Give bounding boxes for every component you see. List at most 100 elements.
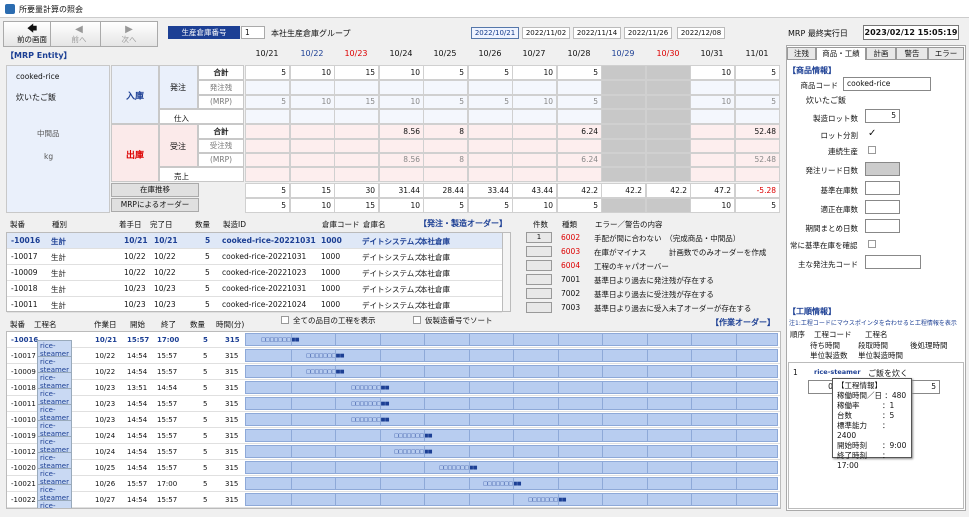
gantt-divider <box>290 350 292 361</box>
lead-field <box>865 162 900 176</box>
process-cell: -10016 <box>11 336 39 344</box>
order-row[interactable]: -10011 生計 10/23 10/23 5 cooked-rice-20221024 1… <box>7 297 502 313</box>
process-row[interactable]: -10017 rice-steamer 10/22 14:54 15:57 5 315 □□□… <box>7 348 780 376</box>
process-row[interactable]: -10010 rice-steamer 10/23 14:54 15:57 5 315 □□□… <box>7 412 780 440</box>
error-count-button[interactable]: 1 <box>526 232 552 243</box>
gantt-divider <box>646 446 648 457</box>
gantt-divider <box>468 446 470 457</box>
process-row[interactable]: -10021 rice-steamer 10/26 15:57 17:00 5 315 □□□… <box>7 476 780 504</box>
grid-cell <box>245 139 290 153</box>
gantt-divider <box>290 414 292 425</box>
tooltip-line: 標準能力 ：2400 <box>837 421 890 440</box>
gantt-divider <box>691 350 692 361</box>
order-cell: 本社倉庫 <box>420 301 450 310</box>
order-scrollbar[interactable] <box>502 232 511 312</box>
mrp-order-button[interactable]: MRPによるオーダー <box>111 198 199 212</box>
lot-field[interactable]: 5 <box>865 109 900 123</box>
production-number[interactable]: 1 <box>241 26 265 39</box>
gantt-divider <box>691 382 692 393</box>
error-message: 基準日より過去に発注残が存在する <box>594 276 714 285</box>
process-row[interactable]: -10020 rice-steamer 10/25 14:54 15:57 5 315 □□□… <box>7 460 780 488</box>
order-cell: 本社倉庫 <box>420 253 450 262</box>
error-count-button[interactable] <box>526 288 552 299</box>
date-tab-0[interactable]: 2022/10/21 <box>471 27 519 39</box>
error-message: 基準日より過去に受注残が存在する <box>594 290 714 299</box>
error-count-button[interactable] <box>526 260 552 271</box>
process-row[interactable]: -10019 rice-steamer 10/24 14:54 15:57 5 315 □□□… <box>7 428 780 456</box>
order-cell: cooked-rice-20221023 <box>222 268 307 277</box>
proc-code[interactable]: rice-steamer <box>814 368 861 376</box>
grid-cell <box>245 124 290 139</box>
code-field[interactable]: cooked-rice <box>843 77 931 91</box>
right-tab-3[interactable]: 警告 <box>896 47 928 60</box>
right-tab-4[interactable]: エラー <box>928 47 964 60</box>
process-cell: 5 <box>203 416 208 424</box>
order-row[interactable]: -10017 生計 10/22 10/22 5 cooked-rice-20221031 1… <box>7 249 502 265</box>
process-row[interactable]: -10011 rice-steamer 10/23 14:54 15:57 5 315 □□□… <box>7 396 780 424</box>
grid-cell: 8 <box>423 124 468 139</box>
grid-cell <box>423 80 468 95</box>
error-count-button[interactable] <box>526 246 552 257</box>
always-checkbox[interactable] <box>868 240 876 248</box>
order-row[interactable]: -10018 生計 10/23 10/23 5 cooked-rice-20221031 1… <box>7 281 502 297</box>
gantt-divider <box>735 446 737 457</box>
gantt-divider <box>646 462 648 473</box>
error-message: 在庫がマイナス 計画数でのみオーダーを作成 <box>594 248 767 257</box>
next-button[interactable]: ▶ 次へ <box>100 21 158 47</box>
process-row[interactable]: -10022rice-steamer 10/27 14:54 15:57 5 315 □□□… <box>7 492 780 508</box>
gantt-divider <box>379 366 381 377</box>
out-total-label: 合計 <box>198 124 244 139</box>
order-row[interactable]: -10009 生計 10/22 10/22 5 cooked-rice-20221023 1… <box>7 265 502 281</box>
process-row[interactable]: -10016 rice-steamer 10/21 15:57 17:00 5 315 □□□… <box>7 332 780 360</box>
gantt-track: □□□□□□□■■ <box>245 429 778 442</box>
order-cell: -10016 <box>11 236 41 245</box>
order-cell: 本社倉庫 <box>420 237 450 246</box>
grid-cell <box>646 109 691 124</box>
grid-cell <box>735 167 780 182</box>
gantt-divider <box>557 430 559 441</box>
process-cell: 10/21 <box>95 336 118 344</box>
grid-cell <box>468 167 513 182</box>
supplier-field[interactable] <box>865 255 921 269</box>
grid-cell <box>557 109 602 124</box>
process-row[interactable]: -10018 rice-steamer 10/23 13:51 14:54 5 315 □□□… <box>7 380 780 408</box>
split-check-icon[interactable]: ✓ <box>868 128 876 139</box>
gantt-divider <box>468 430 470 441</box>
proper-stock-field[interactable] <box>865 200 900 214</box>
order-cell: 10/22 <box>154 252 176 261</box>
grid-cell: 52.48 <box>735 153 780 167</box>
error-count-button[interactable] <box>526 302 552 313</box>
date-tab-4[interactable]: 2022/12/08 <box>677 27 725 39</box>
app-icon <box>5 4 15 14</box>
grid-cell: 8.56 <box>379 153 424 167</box>
grid-cell <box>512 167 557 182</box>
right-tab-1[interactable]: 商品・工績 <box>816 47 866 60</box>
grid-cell <box>290 153 335 167</box>
process-header: 製番 工程名 作業日 開始 終了 数量 時間(分) 【作業オーダー】 <box>10 318 775 329</box>
gantt-divider <box>424 462 425 473</box>
error-code: 7003 <box>561 303 581 312</box>
gantt-track: □□□□□□□■■ <box>245 413 778 426</box>
date-tab-3[interactable]: 2022/11/26 <box>624 27 672 39</box>
gantt-divider <box>513 350 514 361</box>
order-cell: -10017 <box>11 252 38 261</box>
continuous-checkbox[interactable] <box>868 146 876 154</box>
error-count-button[interactable] <box>526 274 552 285</box>
grid-cell <box>379 139 424 153</box>
right-tab-2[interactable]: 計画 <box>866 47 896 60</box>
date-tab-1[interactable]: 2022/11/02 <box>522 27 570 39</box>
grid-cell <box>512 80 557 95</box>
order-cell: 生計 <box>51 253 66 262</box>
gantt-divider <box>424 478 425 489</box>
process-row[interactable]: -10012 rice-steamer 10/24 14:54 15:57 5 315 □□□… <box>7 444 780 472</box>
process-row[interactable]: -10009 rice-steamer 10/22 14:54 15:57 5 315 □□□… <box>7 364 780 392</box>
grid-cell: 42.2 <box>646 183 691 198</box>
zaiko-button[interactable]: 在庫推移 <box>111 183 199 197</box>
grid-cell: 5 <box>245 65 290 80</box>
base-stock-field[interactable] <box>865 181 900 195</box>
right-tab-0[interactable]: 注残 <box>787 47 816 60</box>
date-tab-2[interactable]: 2022/11/14 <box>573 27 621 39</box>
order-row[interactable]: -10016 生計 10/21 10/21 5 cooked-rice-20221031 1… <box>7 233 502 249</box>
period-field[interactable] <box>865 219 900 233</box>
grid-cell <box>601 124 646 139</box>
